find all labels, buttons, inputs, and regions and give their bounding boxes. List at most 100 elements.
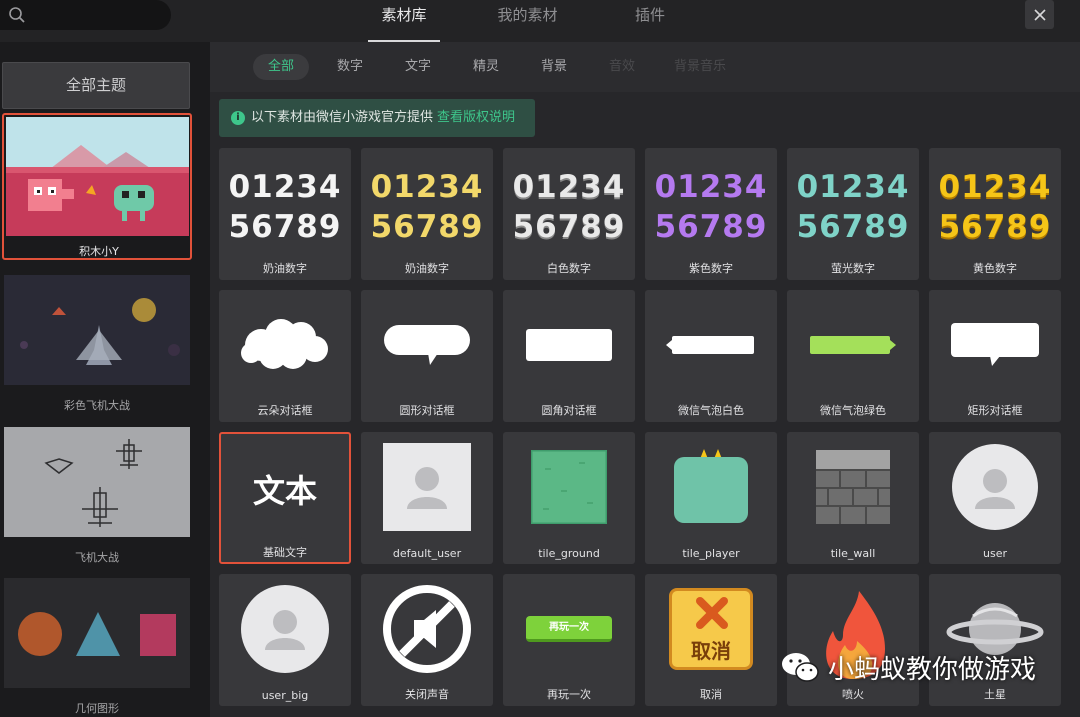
asset-label: 基础文字 <box>263 546 307 559</box>
asset-label: tile_wall <box>830 547 876 560</box>
wechat-icon <box>782 653 819 682</box>
asset-label: 萤光数字 <box>831 262 875 275</box>
filter-sprites[interactable]: 精灵 <box>468 54 504 80</box>
asset-label: default_user <box>392 547 462 560</box>
asset-label: 黄色数字 <box>973 262 1017 275</box>
copyright-notice: i 以下素材由微信小游戏官方提供 查看版权说明 <box>219 99 535 137</box>
asset-label: 奶油数字 <box>263 262 307 275</box>
theme-label: 飞机大战 <box>75 551 119 564</box>
category-filter-bar: 全部 数字 文字 精灵 背景 音效 背景音乐 <box>210 42 1080 92</box>
asset-card-tile-wall[interactable]: tile_wall <box>787 432 919 564</box>
filter-sound-effects: 音效 <box>608 59 635 74</box>
watermark: 小蚂蚁教你做游戏 <box>780 647 1070 687</box>
basic-text-preview: 文本 <box>252 472 317 510</box>
watermark-text: 小蚂蚁教你做游戏 <box>828 654 1037 685</box>
asset-card-rect-bubble[interactable]: 矩形对话框 <box>929 290 1061 422</box>
asset-card-wechat-bubble-green[interactable]: 微信气泡绿色 <box>787 290 919 422</box>
asset-label: 微信气泡白色 <box>678 404 744 417</box>
notice-text: 以下素材由微信小游戏官方提供 <box>251 110 434 125</box>
asset-label: user <box>983 547 1007 560</box>
asset-label: tile_ground <box>538 547 600 560</box>
asset-label: 紫色数字 <box>689 262 733 275</box>
theme-item-geometry[interactable]: 几何图形 <box>2 578 192 717</box>
tile-player-icon <box>645 432 777 542</box>
tab-my-materials[interactable]: 我的素材 <box>490 4 565 42</box>
asset-label: user_big <box>261 689 309 702</box>
digits-preview: 01234 56789 <box>796 169 910 245</box>
asset-label: 圆形对话框 <box>399 404 455 417</box>
theme-thumbnail <box>4 578 190 688</box>
asset-card-rounded-rect-bubble[interactable]: 圆角对话框 <box>503 290 635 422</box>
asset-card-user-big[interactable]: user_big <box>219 574 351 706</box>
theme-item-plane-war[interactable]: 飞机大战 <box>2 427 192 567</box>
cancel-button-icon: 取消 <box>645 574 777 684</box>
asset-label: 取消 <box>700 688 722 701</box>
digits-preview: 01234 56789 <box>654 169 768 245</box>
digits-preview: 01234 56789 <box>938 169 1052 245</box>
asset-card-user[interactable]: user <box>929 432 1061 564</box>
asset-label: 喷火 <box>842 688 864 701</box>
asset-card-cancel-button[interactable]: 取消 取消 <box>645 574 777 706</box>
asset-card-replay-button[interactable]: 再玩一次 再玩一次 <box>503 574 635 706</box>
asset-card-cloud-bubble[interactable]: 云朵对话框 <box>219 290 351 422</box>
default-user-avatar-icon <box>361 432 493 542</box>
asset-card-wechat-bubble-white[interactable]: 微信气泡白色 <box>645 290 777 422</box>
tab-material-library[interactable]: 素材库 <box>368 4 440 42</box>
asset-card-cream-digits-white[interactable]: 01234 56789 奶油数字 <box>219 148 351 280</box>
theme-label: 积木小Y <box>79 245 119 258</box>
theme-item-color-plane-war[interactable]: 彩色飞机大战 <box>2 275 192 415</box>
wechat-bubble-green-icon <box>787 290 919 400</box>
asset-card-basic-text[interactable]: 文本 基础文字 <box>219 432 351 564</box>
asset-card-fluorescent-digits[interactable]: 01234 56789 萤光数字 <box>787 148 919 280</box>
asset-label: 土星 <box>984 688 1006 701</box>
asset-card-round-bubble[interactable]: 圆形对话框 <box>361 290 493 422</box>
theme-label: 彩色飞机大战 <box>64 399 130 412</box>
filter-text[interactable]: 文字 <box>400 54 436 80</box>
digits-preview: 01234 56789 <box>370 169 484 245</box>
asset-card-mute-sound[interactable]: 关闭声音 <box>361 574 493 706</box>
asset-card-default-user[interactable]: default_user <box>361 432 493 564</box>
cloud-bubble-icon <box>219 290 351 400</box>
close-icon <box>1033 8 1046 21</box>
all-themes-button[interactable]: 全部主题 <box>2 62 190 109</box>
filter-digits[interactable]: 数字 <box>332 54 368 80</box>
asset-label: tile_player <box>682 547 740 560</box>
info-icon: i <box>231 111 245 125</box>
theme-sidebar: 全部主题 积木小Y 彩色飞机大战 飞机大战 几何图形 <box>0 42 210 717</box>
copyright-link[interactable]: 查看版权说明 <box>437 110 515 125</box>
asset-card-cream-digits-yellow[interactable]: 01234 56789 奶油数字 <box>361 148 493 280</box>
asset-label: 白色数字 <box>547 262 591 275</box>
round-bubble-icon <box>361 290 493 400</box>
tab-plugins[interactable]: 插件 <box>630 4 670 42</box>
wechat-bubble-white-icon <box>645 290 777 400</box>
user-avatar-circle-icon <box>929 432 1061 542</box>
replay-button-icon: 再玩一次 <box>503 574 635 684</box>
asset-card-tile-ground[interactable]: tile_ground <box>503 432 635 564</box>
filter-backgrounds[interactable]: 背景 <box>536 54 572 80</box>
theme-thumbnail <box>6 117 189 236</box>
search-input[interactable] <box>0 0 171 30</box>
filter-all[interactable]: 全部 <box>253 54 309 80</box>
asset-label: 圆角对话框 <box>541 404 597 417</box>
theme-label: 几何图形 <box>75 702 119 715</box>
digits-preview: 01234 56789 <box>228 169 342 245</box>
asset-card-tile-player[interactable]: tile_player <box>645 432 777 564</box>
asset-label: 奶油数字 <box>405 262 449 275</box>
user-big-avatar-icon <box>219 574 351 684</box>
digits-preview: 01234 56789 <box>512 169 626 245</box>
asset-card-purple-digits[interactable]: 01234 56789 紫色数字 <box>645 148 777 280</box>
asset-label: 关闭声音 <box>405 688 449 701</box>
rect-bubble-icon <box>929 290 1061 400</box>
theme-thumbnail <box>4 427 190 537</box>
search-icon <box>9 7 25 23</box>
tile-ground-icon <box>503 432 635 542</box>
theme-thumbnail <box>4 275 190 385</box>
top-bar: 素材库 我的素材 插件 <box>0 0 1080 42</box>
filter-background-music: 背景音乐 <box>673 59 726 74</box>
close-button[interactable] <box>1025 0 1054 29</box>
asset-card-white-digits[interactable]: 01234 56789 白色数字 <box>503 148 635 280</box>
rounded-rect-bubble-icon <box>503 290 635 400</box>
asset-card-yellow-digits[interactable]: 01234 56789 黄色数字 <box>929 148 1061 280</box>
theme-item-jimu[interactable]: 积木小Y <box>2 113 192 260</box>
tile-wall-icon <box>787 432 919 542</box>
